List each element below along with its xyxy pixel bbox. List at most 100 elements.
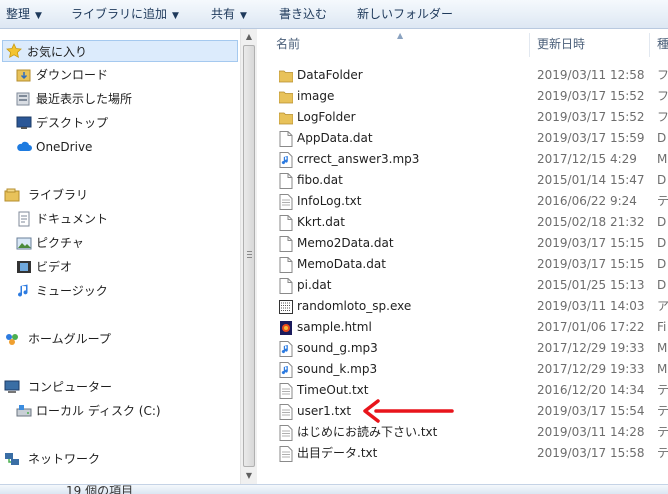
audio-file-icon <box>279 152 293 168</box>
column-name-label: 名前 <box>276 37 301 51</box>
nav-label-local-disk: ローカル ディスク (C:) <box>36 404 161 418</box>
scrollbar-thumb[interactable] <box>243 45 255 467</box>
scroll-up-arrow-icon[interactable]: ▲ <box>241 29 257 45</box>
file-type: D <box>657 173 667 187</box>
file-type: D <box>657 236 667 250</box>
file-row[interactable]: AppData.dat 2019/03/17 15:59 D <box>257 128 668 149</box>
file-name: crrect_answer3.mp3 <box>297 152 420 166</box>
file-type: テ <box>657 425 668 439</box>
column-header-date-modified[interactable]: 更新日時 <box>537 29 585 59</box>
file-name: pi.dat <box>297 278 332 292</box>
file-name: Kkrt.dat <box>297 215 345 229</box>
file-row[interactable]: sample.html 2017/01/06 17:22 Fi <box>257 317 668 338</box>
file-name: InfoLog.txt <box>297 194 362 208</box>
file-type: フ <box>657 68 668 82</box>
file-row[interactable]: InfoLog.txt 2016/06/22 9:24 テ <box>257 191 668 212</box>
file-type: D <box>657 257 667 271</box>
file-row[interactable]: はじめにお読み下さい.txt 2019/03/11 14:28 テ <box>257 422 668 443</box>
nav-label-videos: ビデオ <box>36 260 73 274</box>
grip-line <box>247 254 252 255</box>
nav-label-recent-places: 最近表示した場所 <box>36 92 133 106</box>
file-type: M <box>657 152 668 166</box>
file-list: ▲ 名前 更新日時 種 DataFolder 2019/03/11 12:58 フ i… <box>257 29 668 484</box>
drive-icon <box>16 405 32 417</box>
downloads-folder-icon <box>16 69 31 82</box>
navigation-pane: お気に入り ダウンロード 最近表示した場所 デスクトップ OneDrive ライ… <box>0 29 240 484</box>
file-icon <box>279 131 293 147</box>
file-type: フ <box>657 110 668 124</box>
text-file-icon <box>279 194 293 210</box>
text-file-icon <box>279 383 293 399</box>
network-icon <box>5 453 19 465</box>
file-name: 出目データ.txt <box>297 446 378 460</box>
nav-label-documents: ドキュメント <box>36 212 109 226</box>
sort-ascending-icon: ▲ <box>397 31 404 40</box>
file-row[interactable]: pi.dat 2015/01/25 15:13 D <box>257 275 668 296</box>
burn-label: 書き込む <box>279 7 328 21</box>
nav-label-network: ネットワーク <box>28 452 101 466</box>
file-type: フ <box>657 89 668 103</box>
new-folder-button[interactable]: 新しいフォルダー <box>357 0 453 28</box>
status-bar: 19 個の項目 <box>0 484 668 494</box>
text-file-icon <box>279 425 293 441</box>
nav-item-favorites[interactable]: お気に入り <box>2 40 238 62</box>
recent-places-icon <box>16 92 30 106</box>
file-name: fibo.dat <box>297 173 343 187</box>
file-name: TimeOut.txt <box>297 383 369 397</box>
file-row[interactable]: randomloto_sp.exe 2019/03/11 14:03 ア <box>257 296 668 317</box>
file-type: M <box>657 341 668 355</box>
document-icon <box>18 211 30 227</box>
add-to-library-button[interactable]: ライブラリに追加 ▼ <box>71 0 179 28</box>
file-row[interactable]: LogFolder 2019/03/17 15:52 フ <box>257 107 668 128</box>
organize-button[interactable]: 整理 ▼ <box>6 0 42 28</box>
file-row[interactable]: 出目データ.txt 2019/03/17 15:58 テ <box>257 443 668 464</box>
file-row[interactable]: fibo.dat 2015/01/14 15:47 D <box>257 170 668 191</box>
file-date-modified: 2019/03/11 14:03 <box>537 299 645 313</box>
folder-icon <box>278 89 294 105</box>
file-row[interactable]: MemoData.dat 2019/03/17 15:15 D <box>257 254 668 275</box>
file-name: sound_k.mp3 <box>297 362 378 376</box>
file-date-modified: 2019/03/17 15:54 <box>537 404 645 418</box>
file-row[interactable]: sound_g.mp3 2017/12/29 19:33 M <box>257 338 668 359</box>
nav-label-desktop: デスクトップ <box>36 116 109 130</box>
file-date-modified: 2017/12/15 4:29 <box>537 152 637 166</box>
exe-file-icon <box>279 299 293 315</box>
file-date-modified: 2017/12/29 19:33 <box>537 341 645 355</box>
scroll-down-arrow-icon[interactable]: ▼ <box>241 468 257 484</box>
chevron-down-icon: ▼ <box>35 11 42 21</box>
file-name: randomloto_sp.exe <box>297 299 412 313</box>
command-bar: 整理 ▼ ライブラリに追加 ▼ 共有 ▼ 書き込む 新しいフォルダー <box>0 0 668 29</box>
chevron-down-icon: ▼ <box>240 11 247 21</box>
file-date-modified: 2019/03/17 15:58 <box>537 446 645 460</box>
column-divider[interactable] <box>649 33 650 57</box>
file-date-modified: 2019/03/17 15:59 <box>537 131 645 145</box>
column-header-name[interactable]: 名前 <box>276 29 300 59</box>
file-type: ア <box>657 299 668 313</box>
file-date-modified: 2019/03/17 15:15 <box>537 257 645 271</box>
file-name: LogFolder <box>297 110 356 124</box>
file-row[interactable]: image 2019/03/17 15:52 フ <box>257 86 668 107</box>
picture-icon <box>16 237 32 250</box>
file-type: M <box>657 362 668 376</box>
file-date-modified: 2019/03/17 15:15 <box>537 236 645 250</box>
navigation-scrollbar[interactable]: ▲ ▼ <box>240 29 257 484</box>
file-row[interactable]: user1.txt 2019/03/17 15:54 テ <box>257 401 668 422</box>
file-name: image <box>297 89 335 103</box>
file-row[interactable]: Memo2Data.dat 2019/03/17 15:15 D <box>257 233 668 254</box>
file-row[interactable]: DataFolder 2019/03/11 12:58 フ <box>257 65 668 86</box>
file-row[interactable]: sound_k.mp3 2017/12/29 19:33 M <box>257 359 668 380</box>
file-name: DataFolder <box>297 68 363 82</box>
file-name: MemoData.dat <box>297 257 386 271</box>
file-name: sound_g.mp3 <box>297 341 378 355</box>
file-row[interactable]: crrect_answer3.mp3 2017/12/15 4:29 M <box>257 149 668 170</box>
file-row[interactable]: Kkrt.dat 2015/02/18 21:32 D <box>257 212 668 233</box>
file-row[interactable]: TimeOut.txt 2016/12/20 14:34 テ <box>257 380 668 401</box>
column-header-type[interactable]: 種 <box>657 29 668 59</box>
cloud-icon <box>17 141 32 151</box>
column-divider[interactable] <box>529 33 530 57</box>
share-button[interactable]: 共有 ▼ <box>211 0 247 28</box>
burn-button[interactable]: 書き込む <box>279 0 327 28</box>
column-date-label: 更新日時 <box>537 37 586 51</box>
file-name: user1.txt <box>297 404 352 418</box>
audio-file-icon <box>279 362 293 378</box>
